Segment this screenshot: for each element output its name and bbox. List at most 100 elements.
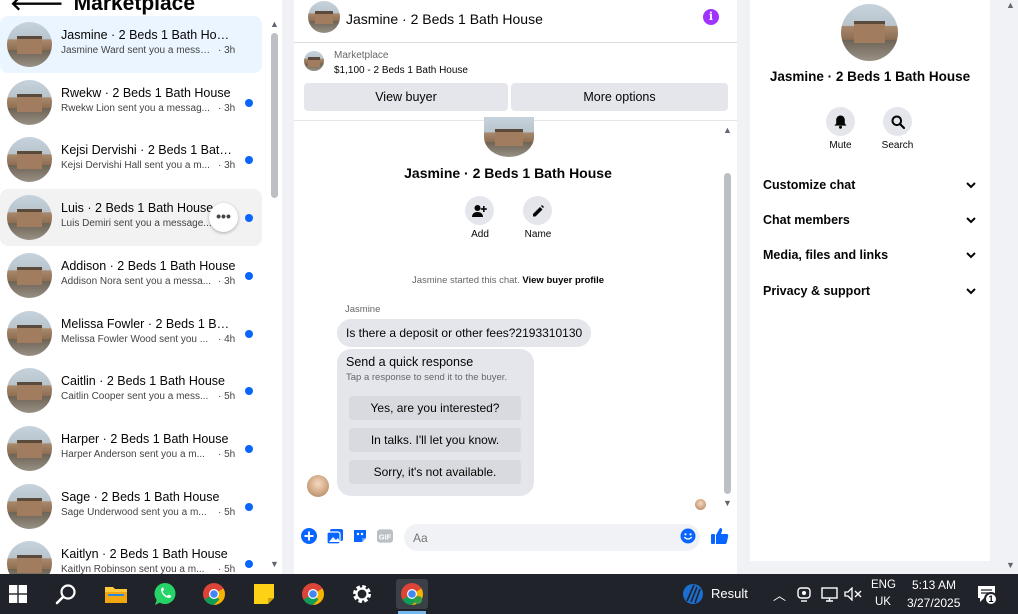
add-person-button[interactable] — [465, 196, 494, 225]
privacy-support-section[interactable]: Privacy & support — [763, 284, 976, 298]
conversation-item[interactable]: Caitlin · 2 Beds 1 Bath House Caitlin Coo… — [0, 362, 262, 419]
more-options-button[interactable]: More options — [511, 83, 728, 111]
chat-scrollbar-thumb[interactable] — [724, 173, 731, 494]
quick-response-subtitle: Tap a response to send it to the buyer. — [346, 372, 508, 383]
conversation-name: Rwekw · 2 Beds 1 Bath House — [61, 86, 231, 100]
chat-header-title[interactable]: Jasmine · 2 Beds 1 Bath House — [346, 11, 543, 27]
file-explorer-icon[interactable] — [101, 579, 131, 609]
mute-label: Mute — [829, 140, 852, 151]
customize-chat-section[interactable]: Customize chat — [763, 178, 976, 192]
photo-icon[interactable] — [327, 528, 343, 544]
conversation-thumbnail — [7, 426, 52, 471]
unread-indicator-dot — [245, 272, 253, 280]
conversation-item[interactable]: Addison · 2 Beds 1 Bath House Addison Nor… — [0, 247, 262, 304]
chat-panel: Jasmine · 2 Beds 1 Bath House i Marketpl… — [294, 0, 737, 574]
weather-widget-text[interactable]: Result — [711, 586, 748, 601]
plus-icon[interactable] — [301, 528, 317, 544]
gif-icon[interactable]: GIF — [377, 528, 393, 544]
conversation-thumbnail — [7, 368, 52, 413]
unread-indicator-dot — [245, 156, 253, 164]
conversation-item[interactable]: Sage · 2 Beds 1 Bath House Sage Underwood… — [0, 478, 262, 535]
chat-details-panel: Jasmine · 2 Beds 1 Bath House Mute Searc… — [750, 0, 990, 561]
conversation-snippet-row: Addison Nora sent you a messa... · 3h — [61, 276, 235, 287]
webcam-icon[interactable] — [795, 579, 813, 609]
view-buyer-profile-link[interactable]: View buyer profile — [522, 275, 604, 286]
chat-members-section[interactable]: Chat members — [763, 213, 976, 227]
chat-listing-image — [484, 117, 534, 157]
whatsapp-icon[interactable] — [150, 579, 180, 609]
message-bubble[interactable]: Is there a deposit or other fees?2193310… — [337, 319, 592, 347]
listing-small-thumbnail[interactable] — [304, 51, 324, 71]
conversation-name: Kaitlyn · 2 Beds 1 Bath House — [61, 547, 228, 561]
quick-response-yes-button[interactable]: Yes, are you interested? — [349, 396, 521, 420]
chrome-icon[interactable] — [199, 579, 229, 609]
volume-muted-icon[interactable] — [843, 579, 863, 609]
clock-date[interactable]: 3/27/2025 — [907, 596, 960, 610]
conversation-name: Kejsi Dervishi · 2 Beds 1 Bath ... — [61, 143, 236, 157]
conversation-snippet: Melissa Fowler Wood sent you ... — [61, 334, 209, 345]
chat-members-label: Chat members — [763, 213, 850, 227]
clock-time[interactable]: 5:13 AM — [912, 578, 956, 592]
windows-start-icon[interactable] — [3, 579, 33, 609]
svg-text:GIF: GIF — [379, 532, 392, 541]
cricket-result-icon[interactable] — [678, 579, 708, 609]
chat-title: Jasmine · 2 Beds 1 Bath House — [404, 165, 612, 181]
conversation-item[interactable]: Kejsi Dervishi · 2 Beds 1 Bath ... Kejsi … — [0, 131, 262, 188]
listing-price-title[interactable]: $1,100 - 2 Beds 1 Bath House — [334, 65, 468, 76]
scrollbar-thumb[interactable] — [271, 33, 278, 198]
emoji-icon[interactable] — [680, 528, 696, 544]
search-button[interactable] — [883, 107, 912, 136]
conversation-item[interactable]: Rwekw · 2 Beds 1 Bath House Rwekw Lion se… — [0, 74, 262, 131]
chrome-active-icon[interactable] — [396, 579, 428, 609]
page-scroll-down-icon[interactable]: ▼ — [1006, 560, 1015, 570]
language-code[interactable]: ENG — [871, 579, 896, 591]
quick-response-in-talks-button[interactable]: In talks. I'll let you know. — [349, 428, 521, 452]
more-options-icon[interactable]: ••• — [209, 203, 238, 232]
conversation-time: · 3h — [218, 160, 236, 171]
view-buyer-button[interactable]: View buyer — [304, 83, 508, 111]
panel-header: 🡐 Marketplace — [10, 0, 195, 16]
chrome-icon-2[interactable] — [298, 579, 328, 609]
sticky-notes-icon[interactable] — [249, 579, 279, 609]
conversation-item[interactable]: Jasmine · 2 Beds 1 Bath House Jasmine War… — [0, 16, 262, 73]
conversation-thumbnail — [7, 484, 52, 529]
info-icon[interactable]: i — [703, 9, 719, 25]
scroll-up-arrow-icon[interactable]: ▲ — [270, 19, 279, 29]
conversation-time: · 3h — [218, 103, 236, 114]
conversation-time: · 5h — [218, 507, 236, 518]
chevron-down-icon — [966, 248, 976, 262]
message-input[interactable] — [404, 524, 700, 551]
buyer-avatar[interactable] — [307, 475, 329, 497]
network-icon[interactable] — [819, 579, 839, 609]
chat-scroll-down-icon[interactable]: ▼ — [723, 498, 732, 508]
unread-indicator-dot — [245, 503, 253, 511]
read-receipt-avatar — [695, 499, 706, 510]
media-files-links-section[interactable]: Media, files and links — [763, 248, 976, 262]
settings-gear-icon[interactable] — [347, 579, 377, 609]
page-scroll-up-icon[interactable]: ▲ — [1006, 0, 1015, 10]
conversation-time: · 5h — [218, 564, 236, 574]
back-arrow-icon[interactable]: 🡐 — [10, 0, 64, 16]
scroll-down-arrow-icon[interactable]: ▼ — [270, 559, 279, 569]
conversation-item[interactable]: Harper · 2 Beds 1 Bath House Harper Ander… — [0, 420, 262, 477]
search-taskbar-icon[interactable] — [51, 579, 81, 609]
like-icon[interactable] — [710, 527, 730, 545]
conversation-name: Sage · 2 Beds 1 Bath House — [61, 490, 220, 504]
conversation-item[interactable]: Luis · 2 Beds 1 Bath House Luis Demiri se… — [0, 189, 262, 246]
conversation-item[interactable]: Kaitlyn · 2 Beds 1 Bath House Kaitlyn Rob… — [0, 535, 262, 574]
media-files-links-label: Media, files and links — [763, 248, 889, 262]
chat-scroll-up-icon[interactable]: ▲ — [723, 125, 732, 135]
mute-button[interactable] — [826, 107, 855, 136]
sticker-icon[interactable] — [352, 528, 368, 544]
chat-header: Jasmine · 2 Beds 1 Bath House i — [294, 0, 737, 43]
message-thread: Jasmine · 2 Beds 1 Bath House Add Name J… — [294, 117, 737, 515]
conversation-item[interactable]: Melissa Fowler · 2 Beds 1 Bath... Melissa… — [0, 305, 262, 362]
conversation-snippet: Jasmine Ward sent you a message ... — [61, 45, 215, 56]
listing-thumbnail[interactable] — [308, 1, 340, 33]
edit-name-button[interactable] — [523, 196, 552, 225]
language-region[interactable]: UK — [875, 596, 891, 608]
windows-taskbar: Result ︿ ENG UK 5:13 AM 3/27/2025 1 — [0, 574, 1018, 614]
quick-response-not-available-button[interactable]: Sorry, it's not available. — [349, 460, 521, 484]
message-composer: GIF — [294, 515, 737, 559]
chevron-up-icon[interactable]: ︿ — [773, 585, 786, 604]
